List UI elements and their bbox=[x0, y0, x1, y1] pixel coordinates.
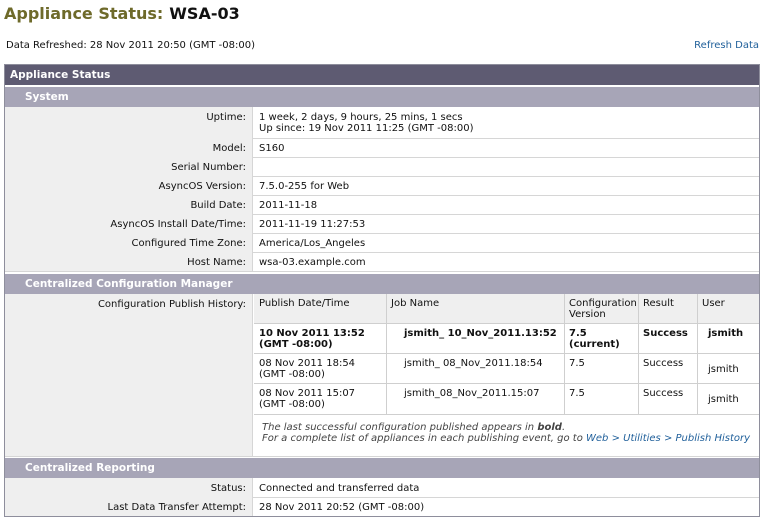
row-time-zone: Configured Time Zone: America/Los_Angele… bbox=[5, 233, 759, 253]
appliance-status-panel: Appliance Status System Uptime: 1 week, … bbox=[4, 64, 760, 517]
row-install-date: AsyncOS Install Date/Time: 2011-11-19 11… bbox=[5, 214, 759, 234]
uptime-label: Uptime: bbox=[5, 107, 253, 138]
row-build-date: Build Date: 2011-11-18 bbox=[5, 195, 759, 215]
page-title-label: Appliance Status: bbox=[4, 4, 164, 23]
note-line-1-end: . bbox=[561, 422, 566, 433]
config-version-current: (current) bbox=[569, 339, 620, 350]
job-name: jsmith_ 08_Nov_2011.18:54 bbox=[404, 358, 543, 369]
reporting-status-value: Connected and transferred data bbox=[259, 483, 420, 494]
page-title: Appliance Status: WSA-03 bbox=[4, 4, 240, 23]
device-name: WSA-03 bbox=[169, 4, 240, 23]
user: jsmith bbox=[708, 364, 739, 375]
serial-number-label: Serial Number: bbox=[5, 157, 253, 176]
asyncos-version-label: AsyncOS Version: bbox=[5, 176, 253, 195]
job-name: jsmith_ 10_Nov_2011.13:52 bbox=[404, 328, 557, 339]
uptime-value: 1 week, 2 days, 9 hours, 25 mins, 1 secs bbox=[259, 112, 463, 123]
user: jsmith bbox=[708, 328, 744, 339]
result: Success bbox=[643, 358, 684, 369]
section-system-header: System bbox=[5, 87, 759, 107]
time-zone-label: Configured Time Zone: bbox=[5, 233, 253, 252]
col-header-publish-date: Publish Date/Time bbox=[259, 298, 350, 309]
note-line-1-text: The last successful configuration publis… bbox=[262, 422, 538, 433]
model-value: S160 bbox=[259, 143, 285, 154]
last-transfer-label: Last Data Transfer Attempt: bbox=[5, 497, 253, 516]
col-header-job-name: Job Name bbox=[391, 298, 440, 309]
publish-history-label: Configuration Publish History: bbox=[5, 294, 253, 456]
table-row: 08 Nov 2011 15:07 (GMT -08:00) bbox=[254, 384, 386, 410]
asyncos-version-value: 7.5.0-255 for Web bbox=[259, 181, 350, 192]
row-reporting-status: Status: Connected and transferred data bbox=[5, 478, 759, 498]
config-version-value: 7.5 bbox=[569, 328, 587, 339]
reporting-status-label: Status: bbox=[5, 478, 253, 497]
config-version: 7.5 bbox=[569, 358, 585, 369]
host-name-value: wsa-03.example.com bbox=[259, 257, 366, 268]
table-row: 10 Nov 2011 13:52 (GMT -08:00) bbox=[254, 324, 386, 350]
job-name: jsmith_08_Nov_2011.15:07 bbox=[404, 388, 540, 399]
build-date-label: Build Date: bbox=[5, 195, 253, 214]
note-line-2: For a complete list of appliances in eac… bbox=[262, 433, 759, 444]
row-host-name: Host Name: wsa-03.example.com bbox=[5, 252, 759, 272]
user: jsmith bbox=[708, 394, 739, 405]
install-date-value: 2011-11-19 11:27:53 bbox=[259, 219, 366, 230]
publish-history-table: Publish Date/Time Job Name Configuration… bbox=[254, 294, 759, 456]
section-reporting-header: Centralized Reporting bbox=[5, 458, 759, 478]
publish-date-tz: (GMT -08:00) bbox=[259, 339, 333, 350]
build-date-value: 2011-11-18 bbox=[259, 200, 318, 211]
col-header-configuration: Configuration bbox=[569, 298, 637, 309]
host-name-label: Host Name: bbox=[5, 252, 253, 271]
last-transfer-value: 28 Nov 2011 20:52 (GMT -08:00) bbox=[259, 502, 425, 513]
publish-note: The last successful configuration publis… bbox=[262, 422, 759, 444]
row-asyncos-version: AsyncOS Version: 7.5.0-255 for Web bbox=[5, 176, 759, 196]
publish-date: 08 Nov 2011 15:07 bbox=[259, 388, 356, 399]
row-last-transfer: Last Data Transfer Attempt: 28 Nov 2011 … bbox=[5, 497, 759, 516]
config-version: 7.5 (current) bbox=[564, 324, 638, 350]
note-line-2-text: For a complete list of appliances in eac… bbox=[262, 433, 586, 444]
time-zone-value: America/Los_Angeles bbox=[259, 238, 366, 249]
note-line-1: The last successful configuration publis… bbox=[262, 422, 759, 433]
refresh-data-link[interactable]: Refresh Data bbox=[694, 40, 759, 51]
row-model: Model: S160 bbox=[5, 138, 759, 158]
panel-header: Appliance Status bbox=[5, 65, 759, 85]
col-header-result: Result bbox=[643, 298, 674, 309]
col-header-configuration-version: Configuration Version bbox=[564, 294, 638, 320]
row-uptime: Uptime: 1 week, 2 days, 9 hours, 25 mins… bbox=[5, 107, 759, 139]
result: Success bbox=[643, 388, 684, 399]
table-row: 08 Nov 2011 18:54 (GMT -08:00) bbox=[254, 354, 386, 380]
col-header-user: User bbox=[702, 298, 725, 309]
up-since-value: Up since: 19 Nov 2011 11:25 (GMT -08:00) bbox=[259, 123, 474, 134]
publish-history-link[interactable]: Web > Utilities > Publish History bbox=[586, 433, 750, 444]
section-ccm-header: Centralized Configuration Manager bbox=[5, 274, 759, 294]
col-header-version: Version bbox=[569, 309, 606, 320]
result: Success bbox=[643, 328, 688, 339]
config-version: 7.5 bbox=[569, 388, 585, 399]
row-serial-number: Serial Number: bbox=[5, 157, 759, 177]
install-date-label: AsyncOS Install Date/Time: bbox=[5, 214, 253, 233]
publish-date-tz: (GMT -08:00) bbox=[259, 399, 325, 410]
model-label: Model: bbox=[5, 138, 253, 157]
publish-date: 08 Nov 2011 18:54 bbox=[259, 358, 356, 369]
note-bold-word: bold bbox=[537, 422, 562, 433]
data-refreshed-text: Data Refreshed: 28 Nov 2011 20:50 (GMT -… bbox=[6, 40, 255, 51]
publish-date: 10 Nov 2011 13:52 bbox=[259, 328, 365, 339]
publish-date-tz: (GMT -08:00) bbox=[259, 369, 325, 380]
